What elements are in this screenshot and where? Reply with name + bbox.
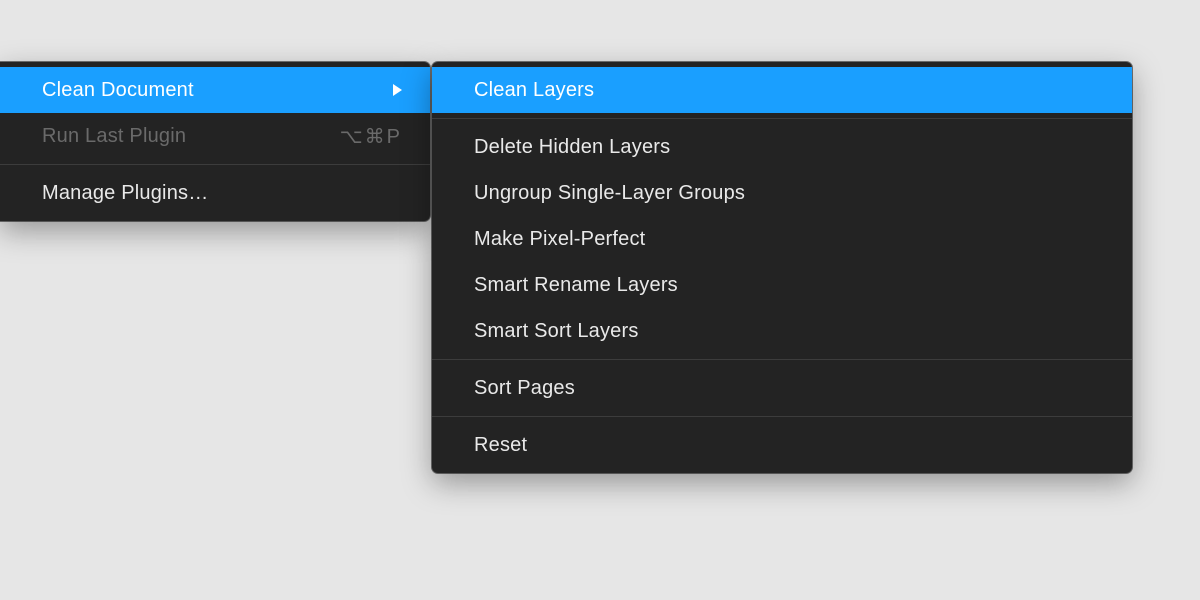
menu-item-label: Manage Plugins… [42,182,208,205]
submenu-arrow-icon [393,84,402,96]
menu-item-shortcut: ⌥⌘P [340,124,402,149]
plugins-menu: Clean Document Run Last Plugin ⌥⌘P Manag… [0,62,430,221]
menu-separator [0,164,430,165]
menu-item-label: Ungroup Single-Layer Groups [474,182,745,205]
menu-item-label: Smart Rename Layers [474,274,678,297]
menu-separator [432,359,1132,360]
submenu-item-reset[interactable]: Reset [432,422,1132,468]
menu-item-label: Clean Document [42,79,194,102]
menu-separator [432,416,1132,417]
clean-document-submenu: Clean Layers Delete Hidden Layers Ungrou… [432,62,1132,473]
submenu-item-smart-rename-layers[interactable]: Smart Rename Layers [432,262,1132,308]
submenu-item-make-pixel-perfect[interactable]: Make Pixel-Perfect [432,216,1132,262]
menu-item-label: Make Pixel-Perfect [474,228,645,251]
submenu-item-clean-layers[interactable]: Clean Layers [432,67,1132,113]
menu-item-run-last-plugin[interactable]: Run Last Plugin ⌥⌘P [0,113,430,159]
menu-item-label: Delete Hidden Layers [474,136,670,159]
menu-separator [432,118,1132,119]
submenu-item-delete-hidden-layers[interactable]: Delete Hidden Layers [432,124,1132,170]
menu-item-clean-document[interactable]: Clean Document [0,67,430,113]
submenu-item-smart-sort-layers[interactable]: Smart Sort Layers [432,308,1132,354]
menu-item-label: Reset [474,434,527,457]
menu-item-label: Run Last Plugin [42,125,186,148]
menu-item-label: Sort Pages [474,377,575,400]
submenu-item-sort-pages[interactable]: Sort Pages [432,365,1132,411]
submenu-item-ungroup-single-layer-groups[interactable]: Ungroup Single-Layer Groups [432,170,1132,216]
menu-item-label: Smart Sort Layers [474,320,639,343]
menu-item-label: Clean Layers [474,79,594,102]
menu-item-manage-plugins[interactable]: Manage Plugins… [0,170,430,216]
